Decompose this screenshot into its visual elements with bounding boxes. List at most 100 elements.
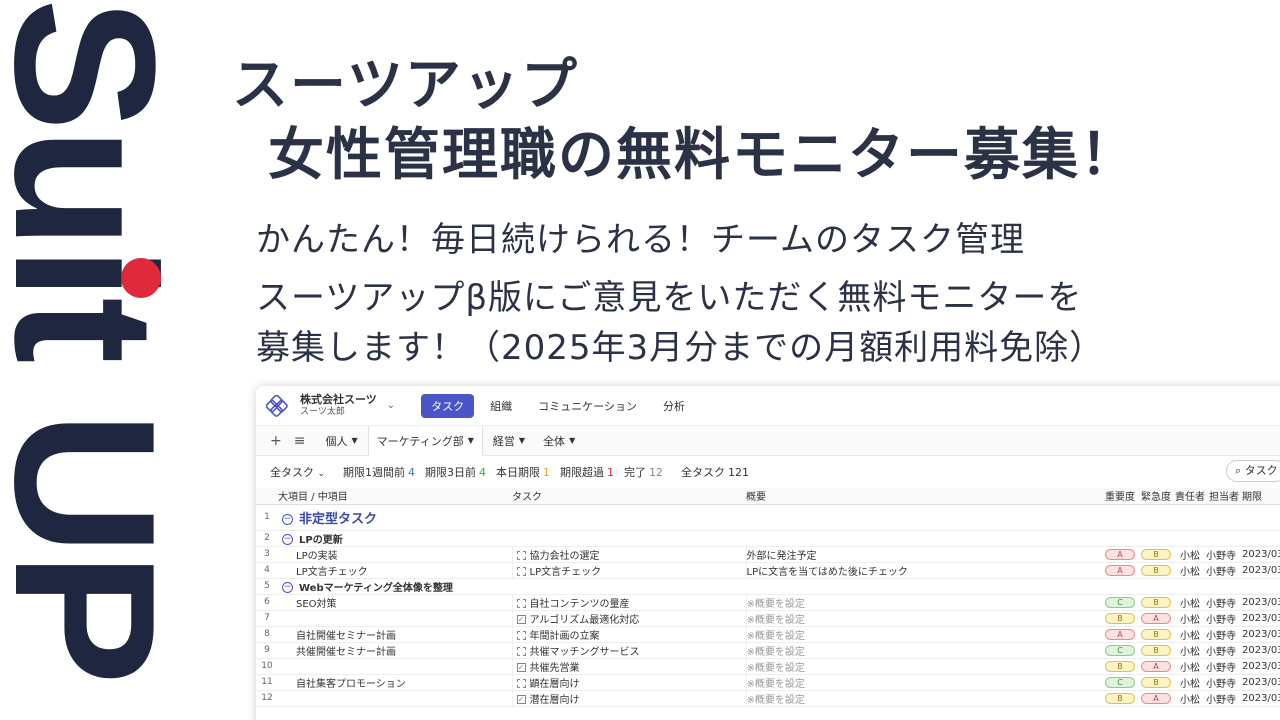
importance-cell: C	[1102, 594, 1138, 611]
task-label: 協力会社の選定	[529, 550, 600, 562]
table-row[interactable]: 5− Webマーケティング全体像を整理	[256, 578, 1280, 595]
checkbox-checked-icon[interactable]: ✓	[516, 615, 526, 624]
table-row[interactable]: 1− 非定型タスク	[256, 504, 1280, 531]
collapse-toggle-icon[interactable]: −	[282, 514, 293, 525]
filter-item[interactable]: 期限3日前 4	[425, 464, 486, 480]
importance-badge[interactable]: C	[1105, 676, 1135, 688]
column-header: 期限	[1242, 488, 1280, 505]
importance-badge[interactable]: C	[1105, 596, 1135, 608]
summary-cell[interactable]: ※概要を設定	[745, 674, 1102, 691]
view-tab-label: 全体	[543, 434, 566, 448]
item-cell: 共催開催セミナー計画	[278, 642, 512, 659]
all-tasks-dropdown[interactable]: 全タスク ⌄	[270, 464, 325, 480]
importance-badge[interactable]: A	[1105, 564, 1135, 576]
summary-cell[interactable]: ※概要を設定	[745, 594, 1102, 611]
importance-badge[interactable]: C	[1105, 644, 1135, 656]
view-tab[interactable]: 経営 ▼	[485, 426, 533, 456]
checkbox-icon[interactable]	[516, 599, 526, 608]
urgency-badge[interactable]: A	[1141, 660, 1171, 672]
table-row[interactable]: 11 自社集客プロモーション 顕在層向け ※概要を設定 C B 小松 小野寺 2023/03	[256, 674, 1280, 691]
task-label: 自社コンテンツの量産	[529, 598, 630, 610]
checkbox-icon[interactable]	[516, 631, 526, 640]
table-row[interactable]: 6 SEO対策 自社コンテンツの量産 ※概要を設定 C B 小松 小野寺 2023/03	[256, 594, 1280, 611]
urgency-badge[interactable]: A	[1141, 612, 1171, 624]
table-row[interactable]: 10 ✓ 共催先営業 ※概要を設定 B A 小松 小野寺 2023/03	[256, 658, 1280, 675]
urgency-cell: B	[1138, 546, 1174, 563]
logo-dot	[121, 258, 161, 298]
company-switcher[interactable]: 株式会社スーツ スーツ太郎	[300, 393, 377, 419]
checkbox-checked-icon[interactable]: ✓	[516, 663, 526, 672]
nav-tab[interactable]: 分析	[653, 394, 695, 418]
assignee-cell: 小野寺	[1206, 610, 1242, 627]
chevron-down-icon[interactable]: ⌄	[387, 400, 395, 411]
filter-label: 期限3日前	[425, 466, 477, 479]
assignee-cell: 小野寺	[1206, 546, 1242, 563]
summary-cell[interactable]: ※概要を設定	[745, 658, 1102, 675]
filter-item[interactable]: 本日期限 1	[496, 464, 550, 480]
urgency-cell: B	[1138, 626, 1174, 643]
owner-cell: 小松	[1174, 626, 1206, 643]
summary-cell[interactable]: ※概要を設定	[745, 690, 1102, 707]
urgency-badge[interactable]: B	[1141, 564, 1171, 576]
table-row[interactable]: 12 ✓ 潜在層向け ※概要を設定 B A 小松 小野寺 2023/03	[256, 690, 1280, 707]
importance-badge[interactable]: B	[1105, 692, 1135, 704]
checkbox-icon[interactable]	[516, 679, 526, 688]
nav-tab[interactable]: 組織	[480, 394, 522, 418]
task-cell: 顕在層向け	[511, 674, 746, 691]
table-row[interactable]: 2− LPの更新	[256, 530, 1280, 547]
importance-badge[interactable]: A	[1105, 628, 1135, 640]
summary-cell[interactable]: 外部に発注予定	[745, 546, 1102, 563]
checkbox-icon[interactable]	[516, 551, 526, 560]
urgency-badge[interactable]: B	[1141, 548, 1171, 560]
urgency-badge[interactable]: B	[1141, 628, 1171, 640]
importance-badge[interactable]: B	[1105, 612, 1135, 624]
view-tab[interactable]: 全体 ▼	[535, 426, 583, 456]
collapse-toggle-icon[interactable]: −	[282, 582, 293, 593]
table-row[interactable]: 3 LPの実装 協力会社の選定 外部に発注予定 A B 小松 小野寺 2023/03	[256, 546, 1280, 563]
column-header: 重要度	[1102, 488, 1138, 505]
checkbox-checked-icon[interactable]: ✓	[516, 695, 526, 704]
chevron-down-icon: ⌄	[317, 469, 326, 479]
urgency-badge[interactable]: B	[1141, 644, 1171, 656]
row-number: 3	[256, 546, 278, 563]
checkbox-icon[interactable]	[516, 567, 526, 576]
importance-badge[interactable]: A	[1105, 548, 1135, 560]
table-header: 大項目 / 中項目 タスク 概要 重要度 緊急度 責任者 担当者 期限	[256, 488, 1280, 505]
summary-cell[interactable]: LPに文言を当てはめた後にチェック	[745, 562, 1102, 579]
table-row[interactable]: 4 LP文言チェック LP文言チェック LPに文言を当てはめた後にチェック A B 小松 小野…	[256, 562, 1280, 579]
column-header: タスク	[512, 488, 746, 505]
table-row[interactable]: 8 自社開催セミナー計画 年間計画の立案 ※概要を設定 A B 小松 小野寺 2023/03	[256, 626, 1280, 643]
nav-tab[interactable]: コミュニケーション	[528, 394, 647, 418]
filter-item[interactable]: 期限超過 1	[560, 464, 614, 480]
nav-tab[interactable]: タスク	[421, 393, 475, 418]
importance-badge[interactable]: B	[1105, 660, 1135, 672]
summary-cell[interactable]: ※概要を設定	[745, 642, 1102, 659]
filter-count: 12	[649, 466, 664, 479]
urgency-badge[interactable]: B	[1141, 676, 1171, 688]
summary-cell[interactable]: ※概要を設定	[745, 610, 1102, 627]
urgency-badge[interactable]: A	[1141, 692, 1171, 704]
collapse-toggle-icon[interactable]: −	[282, 534, 293, 545]
urgency-badge[interactable]: B	[1141, 596, 1171, 608]
filter-item[interactable]: 完了 12	[624, 464, 663, 480]
row-group-cell: − LPの更新	[278, 530, 1280, 547]
assignee-cell: 小野寺	[1206, 690, 1242, 707]
filter-item[interactable]: 期限1週間前 4	[343, 464, 415, 480]
menu-icon[interactable]: ≡	[294, 433, 306, 449]
add-icon[interactable]: +	[270, 433, 282, 449]
checkbox-icon[interactable]	[516, 647, 526, 656]
task-label: 年間計画の立案	[529, 630, 600, 642]
search-input[interactable]: ⌕ タスク	[1226, 460, 1280, 482]
task-cell: ✓ 潜在層向け	[511, 690, 746, 707]
summary-cell[interactable]: ※概要を設定	[745, 626, 1102, 643]
table-row[interactable]: 7 ✓ アルゴリズム最適化対応 ※概要を設定 B A 小松 小野寺 2023/03	[256, 610, 1280, 627]
filter-item[interactable]: 全タスク 121	[681, 464, 749, 480]
item-cell: LP文言チェック	[278, 562, 512, 579]
view-tab[interactable]: 個人 ▼	[317, 426, 365, 456]
view-tab[interactable]: マーケティング部 ▼	[367, 425, 483, 456]
task-label: アルゴリズム最適化対応	[529, 614, 640, 626]
subtext-line1: かんたん！毎日続けられる！チームのタスク管理	[256, 220, 1025, 260]
table-row[interactable]: 9 共催開催セミナー計画 共催マッチングサービス ※概要を設定 C B 小松 小野寺 2023/…	[256, 642, 1280, 659]
urgency-cell: A	[1138, 690, 1174, 707]
row-number: 10	[256, 658, 278, 675]
